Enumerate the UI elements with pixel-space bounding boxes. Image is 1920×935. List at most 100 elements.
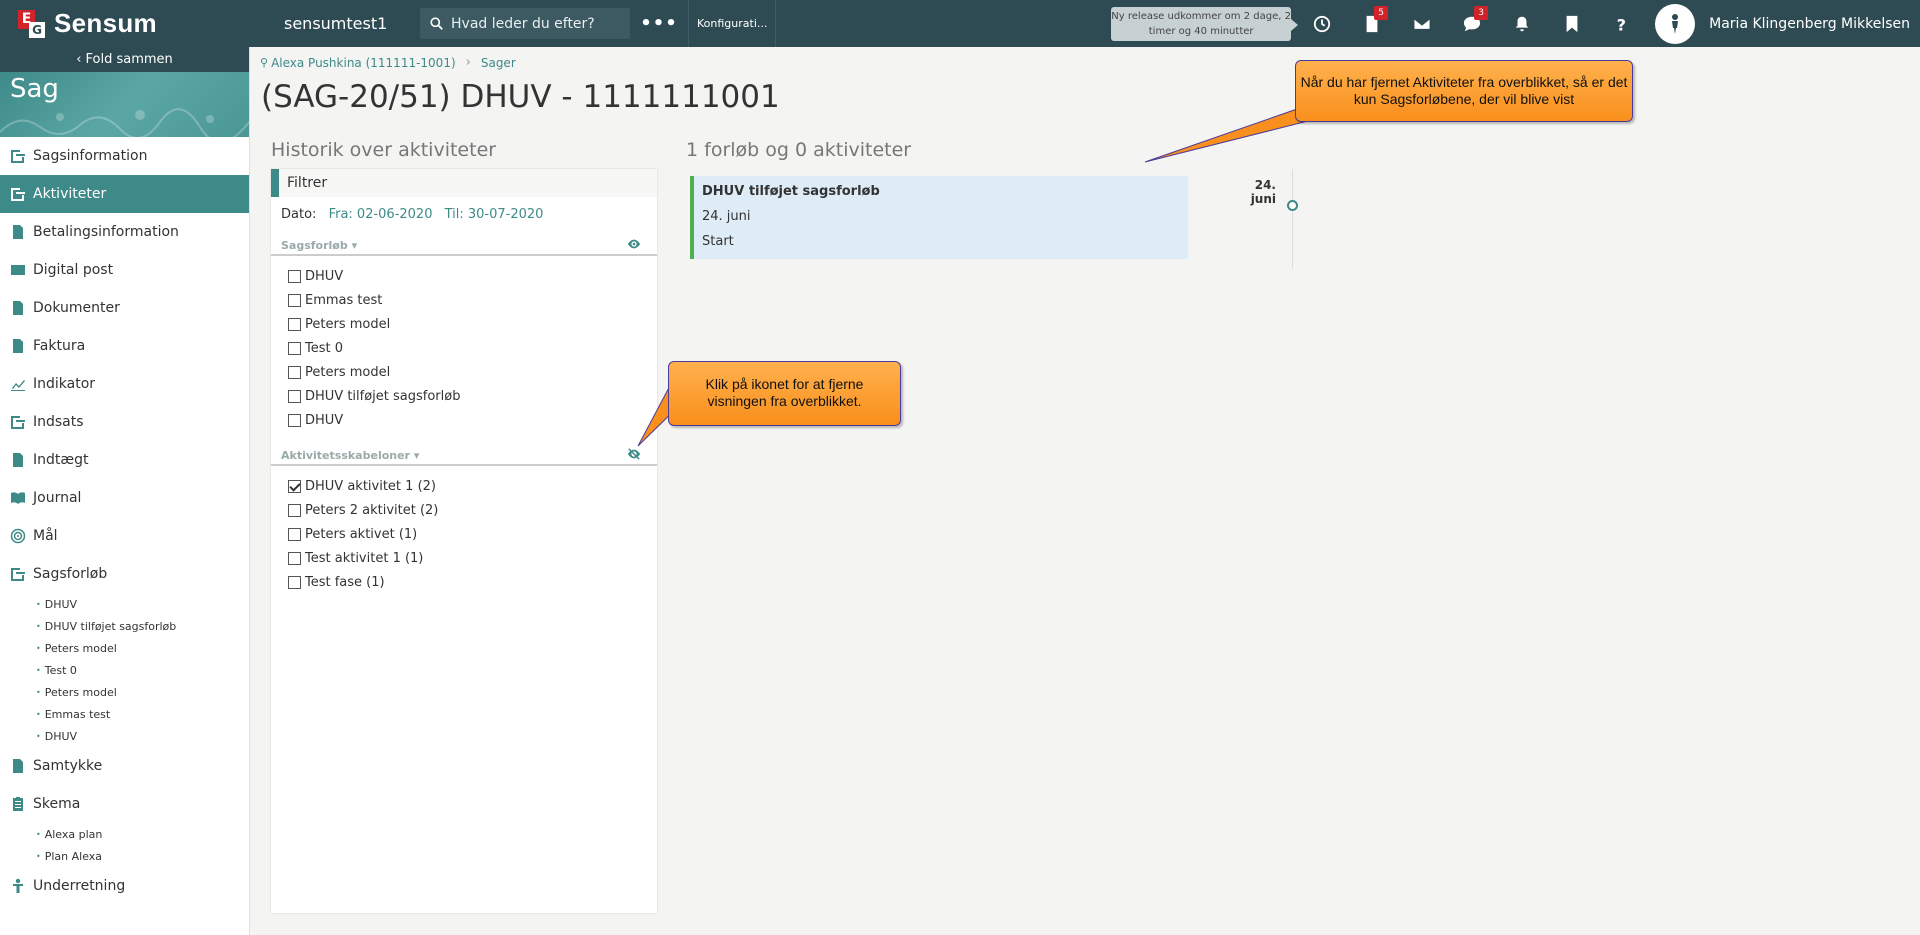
breadcrumb-sager[interactable]: Sager xyxy=(481,56,516,70)
sidebar-item-label: Dokumenter xyxy=(33,300,120,316)
sidebar-item-maal[interactable]: Mål xyxy=(0,517,249,555)
mail-button[interactable] xyxy=(1397,0,1447,47)
breadcrumb-person[interactable]: Alexa Pushkina (111111-1001) xyxy=(271,56,456,70)
checkbox-label: DHUV aktivitet 1 (2) xyxy=(305,478,436,494)
bookmark-icon xyxy=(1566,15,1578,32)
checkbox[interactable] xyxy=(288,293,301,307)
checkbox[interactable] xyxy=(288,527,301,541)
search-box[interactable] xyxy=(420,8,630,39)
sidebar-item-label: Indtægt xyxy=(33,452,89,468)
checkbox[interactable] xyxy=(288,551,301,565)
sidebar-item-sagsinformation[interactable]: Sagsinformation xyxy=(0,137,249,175)
checkbox[interactable] xyxy=(288,575,301,589)
logo[interactable]: E G Sensum xyxy=(0,0,250,47)
sagsforlob-checkbox[interactable]: Peters model xyxy=(288,312,657,336)
sidebar: ‹ Fold sammen Sag Sagsinformation Aktivi… xyxy=(0,47,250,935)
timeline-card-status: Start xyxy=(702,234,734,249)
org-name[interactable]: sensumtest1 xyxy=(250,14,420,33)
sidebar-subitem[interactable]: DHUV xyxy=(0,725,249,747)
eye-slash-icon[interactable] xyxy=(627,447,641,464)
checkbox[interactable] xyxy=(288,341,301,355)
sagsforlob-checkbox[interactable]: DHUV xyxy=(288,264,657,288)
sagsforlob-checkbox[interactable]: DHUV tilføjet sagsforløb xyxy=(288,384,657,408)
sidebar-item-aktiviteter[interactable]: Aktiviteter xyxy=(0,175,249,213)
sidebar-subitem[interactable]: Emmas test xyxy=(0,703,249,725)
target-icon xyxy=(10,528,26,544)
date-from[interactable]: Fra: 02-06-2020 xyxy=(329,207,433,222)
history-button[interactable] xyxy=(1297,0,1347,47)
checkbox[interactable] xyxy=(288,389,301,403)
checkbox-checked[interactable] xyxy=(288,479,301,493)
flow-icon xyxy=(10,566,26,582)
sidebar-item-label: Aktiviteter xyxy=(33,186,107,202)
checkbox-label: DHUV xyxy=(305,268,344,284)
checkbox[interactable] xyxy=(288,269,301,283)
sidebar-item-digital-post[interactable]: Digital post xyxy=(0,251,249,289)
sidebar-item-skema[interactable]: Skema xyxy=(0,785,249,823)
checkbox[interactable] xyxy=(288,503,301,517)
timeline-card-title: DHUV tilføjet sagsforløb xyxy=(702,184,880,199)
sidebar-item-indikator[interactable]: Indikator xyxy=(0,365,249,403)
skabelon-checkbox[interactable]: Peters 2 aktivitet (2) xyxy=(288,498,657,522)
sagsforlob-checkbox[interactable]: Peters model xyxy=(288,360,657,384)
timeline-card[interactable]: DHUV tilføjet sagsforløb 24. juni Start xyxy=(690,176,1188,259)
sidebar-subitem[interactable]: Alexa plan xyxy=(0,823,249,845)
skabelon-checkbox[interactable]: Test fase (1) xyxy=(288,570,657,594)
sidebar-item-label: Journal xyxy=(33,490,82,506)
sidebar-item-label: Digital post xyxy=(33,262,114,278)
sidebar-item-samtykke[interactable]: Samtykke xyxy=(0,747,249,785)
sidebar-subitem[interactable]: Test 0 xyxy=(0,659,249,681)
timeline-axis xyxy=(1292,169,1293,269)
skabelon-checkbox[interactable]: DHUV aktivitet 1 (2) xyxy=(288,474,657,498)
sidebar-subitem[interactable]: Peters model xyxy=(0,637,249,659)
logo-g: G xyxy=(29,21,45,38)
sidebar-item-indtaegt[interactable]: Indtægt xyxy=(0,441,249,479)
sagsforlob-checkbox[interactable]: Emmas test xyxy=(288,288,657,312)
sidebar-item-indsats[interactable]: Indsats xyxy=(0,403,249,441)
fold-sidebar-button[interactable]: ‹ Fold sammen xyxy=(0,47,249,72)
clipboard-icon xyxy=(10,796,26,812)
user-menu[interactable]: Maria Klingenberg Mikkelsen xyxy=(1647,0,1920,47)
filter-header[interactable]: Filtrer xyxy=(271,169,657,197)
brand-name: Sensum xyxy=(54,8,157,38)
sagsforlob-list: DHUV Emmas test Peters model Test 0 Pete… xyxy=(271,256,657,432)
documents-button[interactable]: 5 xyxy=(1347,0,1397,47)
chat-button[interactable]: 3 xyxy=(1447,0,1497,47)
sidebar-subitem[interactable]: DHUV xyxy=(0,593,249,615)
checkbox[interactable] xyxy=(288,413,301,427)
sidebar-subitem[interactable]: DHUV tilføjet sagsforløb xyxy=(0,615,249,637)
checkbox-label: Test fase (1) xyxy=(305,574,385,590)
skabelon-checkbox[interactable]: Test aktivitet 1 (1) xyxy=(288,546,657,570)
eye-icon[interactable] xyxy=(627,237,641,254)
bookmarks-button[interactable] xyxy=(1547,0,1597,47)
chevron-right-icon: › xyxy=(465,55,471,70)
sidebar-subitem[interactable]: Peters model xyxy=(0,681,249,703)
sagsforlob-checkbox[interactable]: DHUV xyxy=(288,408,657,432)
decorative-pattern-icon xyxy=(0,108,249,137)
more-menu-icon[interactable]: ••• xyxy=(630,13,688,34)
sagsforlob-checkbox[interactable]: Test 0 xyxy=(288,336,657,360)
notifications-button[interactable] xyxy=(1497,0,1547,47)
sidebar-nav: Sagsinformation Aktiviteter Betalingsinf… xyxy=(0,137,249,905)
sidebar-subitem[interactable]: Plan Alexa xyxy=(0,845,249,867)
sidebar-item-betalingsinformation[interactable]: Betalingsinformation xyxy=(0,213,249,251)
sagsforlob-dropdown[interactable]: Sagsforløb ▾ xyxy=(281,239,357,252)
sidebar-item-underretning[interactable]: Underretning xyxy=(0,867,249,905)
help-button[interactable]: ? xyxy=(1597,0,1647,47)
sidebar-header: Sag xyxy=(0,72,249,137)
sidebar-item-dokumenter[interactable]: Dokumenter xyxy=(0,289,249,327)
skabelon-checkbox[interactable]: Peters aktivet (1) xyxy=(288,522,657,546)
flow-icon xyxy=(10,148,26,164)
sidebar-item-faktura[interactable]: Faktura xyxy=(0,327,249,365)
date-to[interactable]: Til: 30-07-2020 xyxy=(445,207,544,222)
search-icon xyxy=(430,17,443,30)
skabeloner-dropdown[interactable]: Aktivitetsskabeloner ▾ xyxy=(281,449,419,462)
sidebar-item-journal[interactable]: Journal xyxy=(0,479,249,517)
chevron-left-icon: ‹ xyxy=(76,52,86,67)
checkbox[interactable] xyxy=(288,365,301,379)
checkbox[interactable] xyxy=(288,317,301,331)
search-input[interactable] xyxy=(451,15,621,32)
checkbox-label: Peters model xyxy=(305,364,391,380)
config-menu[interactable]: Konfigurati... xyxy=(688,0,777,47)
sidebar-item-sagsforlob[interactable]: Sagsforløb xyxy=(0,555,249,593)
